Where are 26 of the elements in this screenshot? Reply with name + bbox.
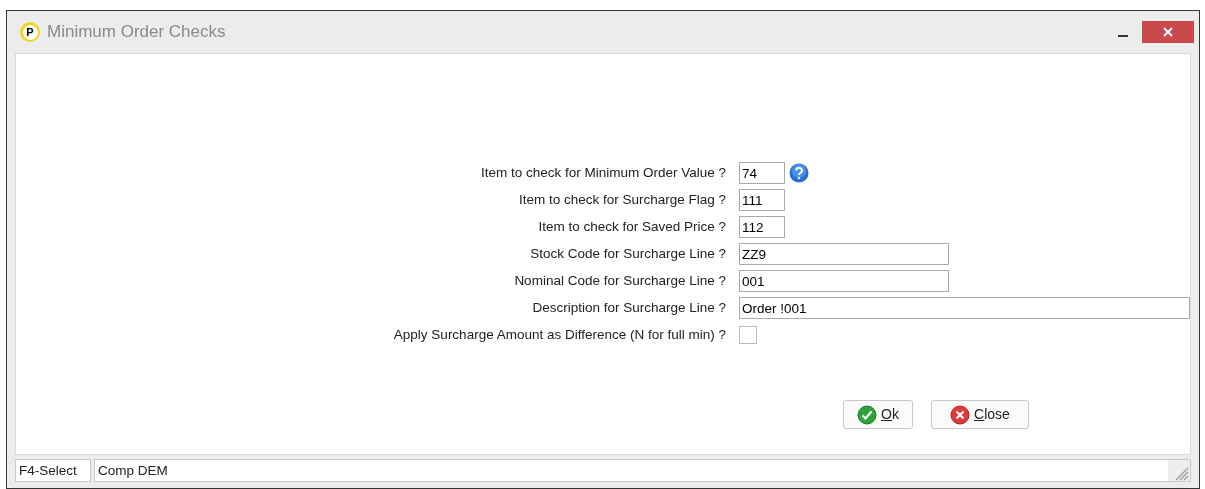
close-icon	[950, 404, 971, 425]
text-field[interactable]: Order !001	[739, 297, 1190, 319]
status-company: Comp DEM	[97, 462, 169, 480]
field-label: Nominal Code for Surcharge Line ?	[513, 271, 726, 290]
checkbox[interactable]	[739, 326, 757, 344]
window-title: Minimum Order Checks	[47, 21, 226, 44]
ok-button[interactable]: Ok	[843, 400, 913, 429]
check-icon	[857, 404, 878, 425]
field-label: Item to check for Minimum Order Value ?	[479, 163, 726, 182]
text-field[interactable]: 112	[739, 216, 785, 238]
close-icon	[1163, 27, 1173, 37]
field-label: Item to check for Saved Price ?	[537, 217, 726, 236]
text-field[interactable]: ZZ9	[739, 243, 949, 265]
text-field[interactable]: 001	[739, 270, 949, 292]
help-icon[interactable]	[789, 163, 809, 183]
app-logo-icon: P	[20, 22, 40, 42]
close-dialog-button[interactable]: Close	[931, 400, 1029, 429]
field-label: Description for Surcharge Line ?	[531, 298, 726, 317]
text-field[interactable]: 111	[739, 189, 785, 211]
resize-grip-icon[interactable]	[1168, 460, 1190, 481]
field-label: Stock Code for Surcharge Line ?	[529, 244, 726, 263]
field-label: Apply Surcharge Amount as Difference (N for full min) ?	[392, 325, 726, 344]
text-field[interactable]: 74	[739, 162, 785, 184]
close-button[interactable]	[1142, 21, 1194, 43]
status-key-hint: F4-Select	[15, 459, 91, 482]
field-label: Item to check for Surcharge Flag ?	[517, 190, 726, 209]
